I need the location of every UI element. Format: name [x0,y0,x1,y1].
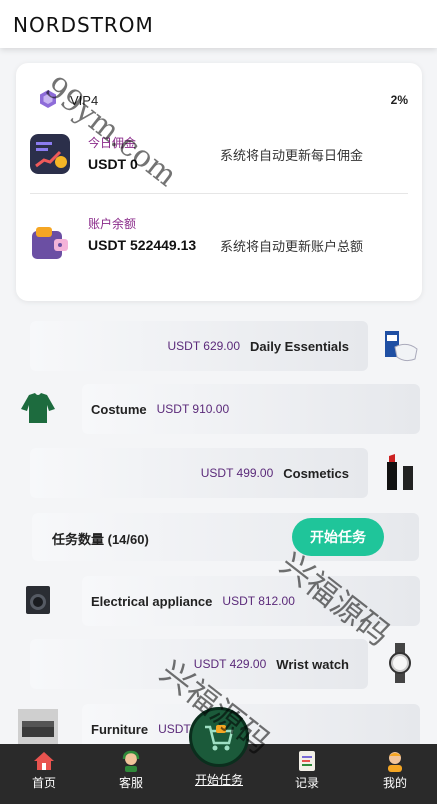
list-item-daily-essentials[interactable]: USDT 629.00 Daily Essentials [30,321,368,371]
balance-note: 系统将自动更新账户总额 [220,239,364,254]
task-count-bar: 任务数量 (14/60) 开始任务 [32,513,419,561]
list-item-costume[interactable]: Costume USDT 910.00 [82,384,420,434]
balance-title: 账户余额 [88,217,137,231]
washing-machine-icon [18,580,58,620]
commission-title: 今日佣金 [88,136,137,150]
item-name: Daily Essentials [250,338,349,354]
lipstick-icon [380,452,420,492]
vip-level: VIP4 [70,93,99,108]
vip-progress-percent: 2% [390,93,408,107]
item-name: Cosmetics [283,465,349,481]
tab-profile[interactable]: 我的 [360,744,430,804]
watch-icon [380,643,420,683]
item-name: Electrical appliance [91,593,213,609]
start-task-tab-label: 开始任务 [194,773,243,787]
top-header: NORDSTROM [0,0,437,48]
profile-icon [388,752,402,772]
sofa-icon [18,707,58,747]
start-task-button[interactable]: 开始任务 [292,518,384,556]
commission-note: 系统将自动更新每日佣金 [220,148,364,163]
item-price: USDT [158,722,191,736]
item-price: USDT 429.00 [193,657,267,671]
cart-icon [205,725,234,751]
tab-records[interactable]: 记录 [272,744,342,804]
account-summary-card: VIP4 2% 今日佣金 USDT 0 系统将自动更新每日佣金 账户余额 USD… [16,63,422,301]
start-task-tab-button[interactable] [189,707,249,767]
item-price: USDT 812.00 [222,594,295,608]
home-icon [34,752,54,770]
list-item-wrist-watch[interactable]: USDT 429.00 Wrist watch [30,639,368,689]
mask-box-icon [380,326,420,366]
item-name: Costume [91,401,147,417]
task-count-label: 任务数量 (14/60) [52,532,149,547]
records-icon [299,751,315,771]
tab-label: 首页 [31,776,56,790]
tab-support[interactable]: 客服 [96,744,166,804]
brand-logo: NORDSTROM [13,13,154,37]
balance-value: USDT 522449.13 [88,237,197,253]
wallet-icon [32,227,68,259]
support-icon [122,750,140,772]
card-divider [30,193,408,194]
vip-badge-icon [40,90,56,108]
commission-chart-icon [30,134,70,174]
tab-home[interactable]: 首页 [9,744,79,804]
tab-label: 客服 [118,776,143,790]
list-item-cosmetics[interactable]: USDT 499.00 Cosmetics [30,448,368,498]
tab-label: 我的 [382,776,407,790]
item-price: USDT 499.00 [200,466,274,480]
item-price: USDT 910.00 [156,402,230,416]
item-price: USDT 629.00 [167,339,241,353]
item-name: Wrist watch [276,656,349,672]
tab-label: 记录 [294,776,319,790]
item-name: Furniture [91,721,149,737]
commission-value: USDT 0 [88,156,138,172]
sweater-icon [18,388,58,428]
list-item-electrical-appliance[interactable]: Electrical appliance USDT 812.00 [82,576,420,626]
